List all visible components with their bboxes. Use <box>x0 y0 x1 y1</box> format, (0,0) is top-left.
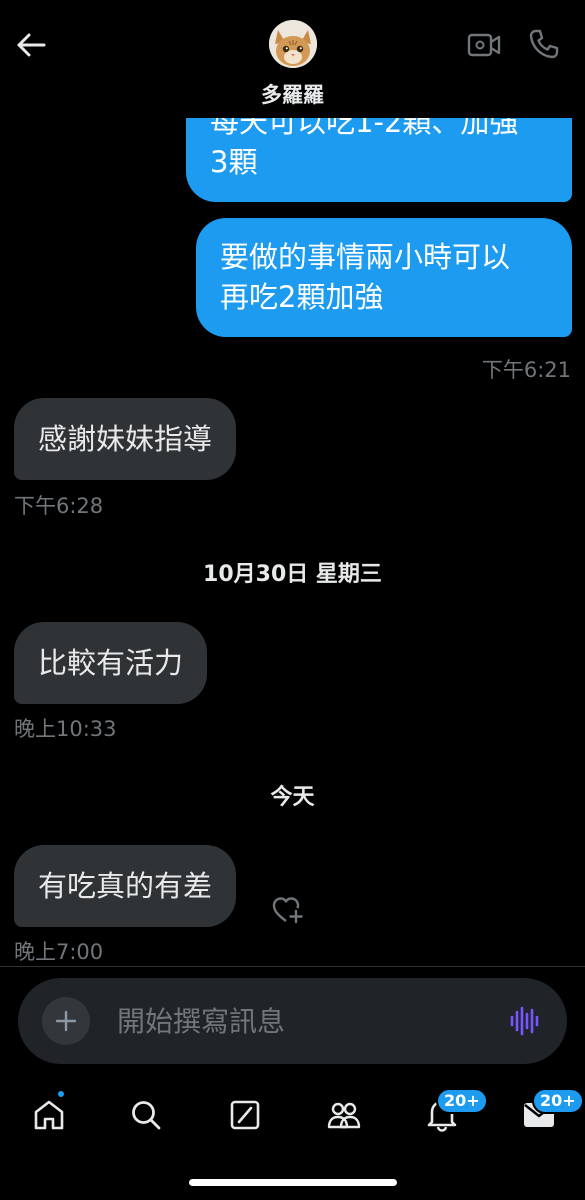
message-input[interactable] <box>117 999 487 1043</box>
message-bubble-incoming[interactable]: 有吃真的有差 <box>14 845 237 927</box>
message-timestamp: 晚上7:00 <box>14 940 104 964</box>
messages-badge: 20+ <box>532 1088 584 1114</box>
tab-communities[interactable] <box>322 1093 366 1137</box>
tab-search[interactable] <box>124 1093 168 1137</box>
home-icon <box>34 1100 64 1130</box>
message-bubble-outgoing[interactable]: 要做的事情兩小時可以 再吃2顆加強 <box>196 218 572 337</box>
arrow-left-icon <box>17 33 46 57</box>
add-attachment-button[interactable] <box>42 997 90 1045</box>
message-timestamp: 下午6:21 <box>481 358 571 382</box>
tab-grok[interactable] <box>223 1093 267 1137</box>
voice-message-button[interactable] <box>507 1004 543 1038</box>
home-indicator[interactable] <box>189 1179 397 1186</box>
video-call-button[interactable] <box>466 28 502 62</box>
search-icon <box>132 1101 161 1130</box>
message-text: 比較有活力 <box>38 646 184 680</box>
message-text: 有吃真的有差 <box>38 869 213 903</box>
grok-icon <box>230 1100 260 1130</box>
message-composer <box>18 978 567 1064</box>
day-separator: 今天 <box>270 785 315 810</box>
voice-waveform-icon <box>510 1006 539 1036</box>
contact-name[interactable]: 多羅羅 <box>0 79 585 109</box>
conversation-header: 多羅羅 <box>0 0 585 118</box>
message-timestamp: 晚上10:33 <box>14 717 117 741</box>
message-bubble-incoming[interactable]: 感謝妹妹指導 <box>14 398 237 480</box>
day-separator: 10月30日 星期三 <box>203 562 382 587</box>
message-timestamp: 下午6:28 <box>14 494 104 518</box>
tab-home[interactable] <box>27 1093 71 1137</box>
communities-icon <box>327 1102 361 1129</box>
phone-icon <box>529 29 559 59</box>
message-text: 3顆 <box>210 145 258 179</box>
cat-avatar-icon <box>269 20 317 68</box>
notifications-badge: 20+ <box>436 1088 488 1114</box>
add-reaction-icon[interactable] <box>270 895 306 925</box>
bottom-tab-bar: 20+ 20+ <box>0 1085 585 1145</box>
message-text: 再吃2顆加強 <box>220 280 384 314</box>
video-call-icon <box>467 33 501 57</box>
home-unread-dot <box>56 1089 66 1099</box>
back-button[interactable] <box>14 28 48 62</box>
composer-divider <box>0 966 585 967</box>
plus-icon <box>55 1010 77 1032</box>
phone-call-button[interactable] <box>526 26 562 62</box>
message-text: 感謝妹妹指導 <box>38 422 213 456</box>
avatar[interactable] <box>269 20 317 68</box>
message-text: 要做的事情兩小時可以 <box>220 240 511 274</box>
message-bubble-incoming[interactable]: 比較有活力 <box>14 622 208 704</box>
